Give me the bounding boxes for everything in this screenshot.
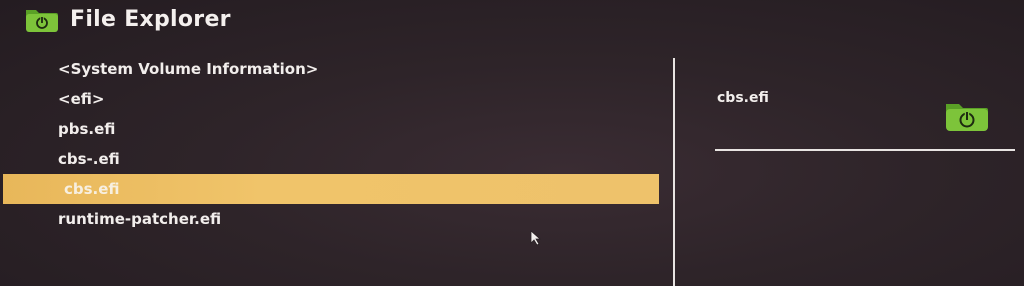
list-item-pbs-efi[interactable]: pbs.efi <box>0 114 662 144</box>
mouse-cursor-icon <box>530 230 544 246</box>
preview-filename: cbs.efi <box>717 90 769 106</box>
horizontal-divider <box>715 149 1015 151</box>
folder-power-icon <box>24 5 60 33</box>
list-item-runtime-patcher-efi[interactable]: runtime-patcher.efi <box>0 204 662 234</box>
folder-power-icon <box>944 100 990 132</box>
list-item-cbs-dash-efi[interactable]: cbs-.efi <box>0 144 662 174</box>
page-title: File Explorer <box>70 6 231 32</box>
header: File Explorer <box>24 4 231 34</box>
list-item-cbs-efi-selected[interactable]: cbs.efi <box>3 174 659 204</box>
vertical-divider <box>673 58 675 286</box>
list-item-efi-folder[interactable]: <efi> <box>0 84 662 114</box>
file-list: <System Volume Information> <efi> pbs.ef… <box>0 54 662 234</box>
list-item-system-volume-information[interactable]: <System Volume Information> <box>0 54 662 84</box>
